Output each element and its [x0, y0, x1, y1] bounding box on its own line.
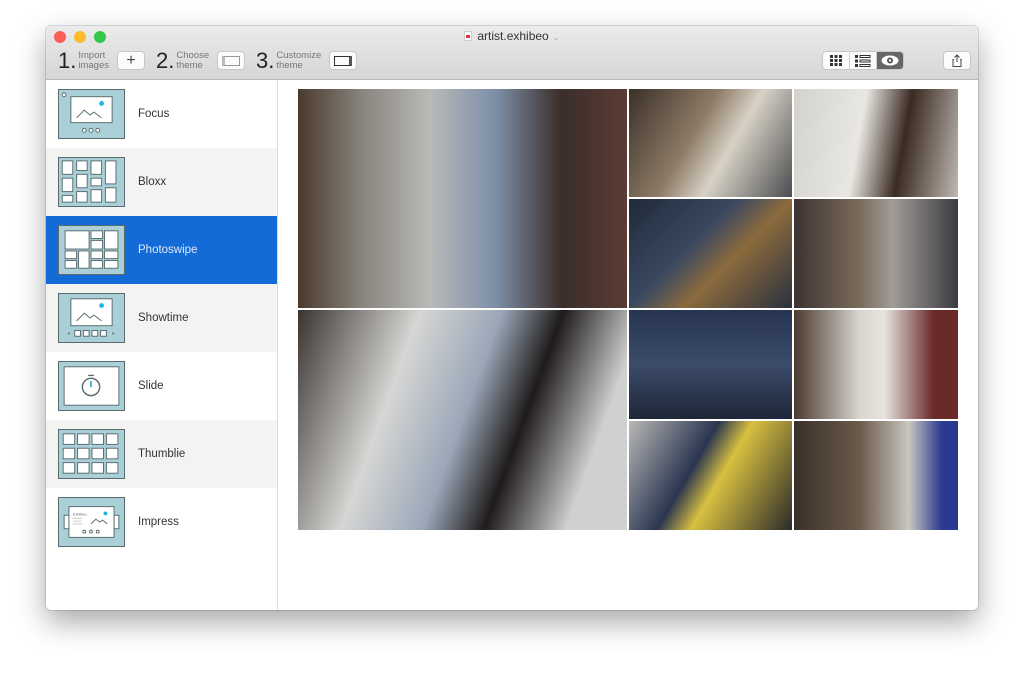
app-window: artist.exhibeo ⌄ 1. Import images + 2. Ch…: [46, 26, 978, 610]
photo-studio-wide[interactable]: [794, 421, 958, 530]
svg-text:Exhibeo: Exhibeo: [73, 512, 87, 516]
photo-artist-standing[interactable]: [794, 199, 958, 308]
impress-theme-icon: Exhibeo: [58, 497, 125, 547]
photo-artist-kneeling[interactable]: [629, 310, 792, 419]
eye-icon: [881, 55, 899, 66]
photo-gallery-preview: [298, 89, 958, 530]
preview-button[interactable]: [877, 52, 903, 69]
photo-canvas-detail[interactable]: [629, 421, 792, 530]
theme-item-showtime[interactable]: Showtime: [46, 284, 277, 352]
toolbar: artist.exhibeo ⌄ 1. Import images + 2. Ch…: [46, 26, 978, 80]
theme-sidebar: Focus Bloxx Photoswipe Showtime Slide Th…: [46, 80, 278, 610]
theme-item-bloxx[interactable]: Bloxx: [46, 148, 277, 216]
step-customize: 3. Customize theme: [256, 48, 322, 73]
window-title[interactable]: artist.exhibeo ⌄: [46, 29, 978, 43]
customize-theme-button[interactable]: [329, 51, 357, 70]
chevron-down-icon: ⌄: [552, 32, 560, 42]
import-images-button[interactable]: +: [117, 51, 145, 70]
view-mode-control: [822, 51, 904, 70]
list-icon: [855, 54, 871, 67]
step-choose: 2. Choose theme: [156, 48, 210, 73]
theme-item-photoswipe[interactable]: Photoswipe: [46, 216, 277, 284]
step-import: 1. Import images: [58, 48, 109, 73]
theme-item-focus[interactable]: Focus: [46, 80, 277, 148]
choose-theme-button[interactable]: [217, 51, 245, 70]
photo-artist-holding-brush[interactable]: [298, 89, 627, 308]
thumblie-theme-icon: [58, 429, 125, 479]
theme-item-slide[interactable]: Slide: [46, 352, 277, 420]
document-icon: [464, 31, 473, 41]
grid-icon: [830, 55, 842, 66]
plus-icon: +: [126, 51, 136, 69]
photoswipe-theme-icon: [58, 225, 125, 275]
photo-brush-closeup[interactable]: [298, 310, 627, 530]
focus-theme-icon: [58, 89, 125, 139]
share-button[interactable]: [943, 51, 971, 70]
showtime-theme-icon: [58, 293, 125, 343]
photo-paint-supplies[interactable]: [629, 199, 792, 308]
photo-artist-painting-wall[interactable]: [629, 89, 792, 197]
theme-item-impress[interactable]: Exhibeo Impress: [46, 488, 277, 556]
bloxx-theme-icon: [58, 157, 125, 207]
list-view-button[interactable]: [850, 52, 877, 69]
photo-artist-closeup[interactable]: [794, 89, 958, 197]
slide-theme-icon: [58, 361, 125, 411]
share-icon: [952, 54, 962, 67]
grid-view-button[interactable]: [823, 52, 850, 69]
inspector-panel-icon: [334, 55, 352, 66]
photo-studio-room[interactable]: [794, 310, 958, 419]
theme-sidebar-icon: [222, 55, 240, 66]
theme-item-thumblie[interactable]: Thumblie: [46, 420, 277, 488]
